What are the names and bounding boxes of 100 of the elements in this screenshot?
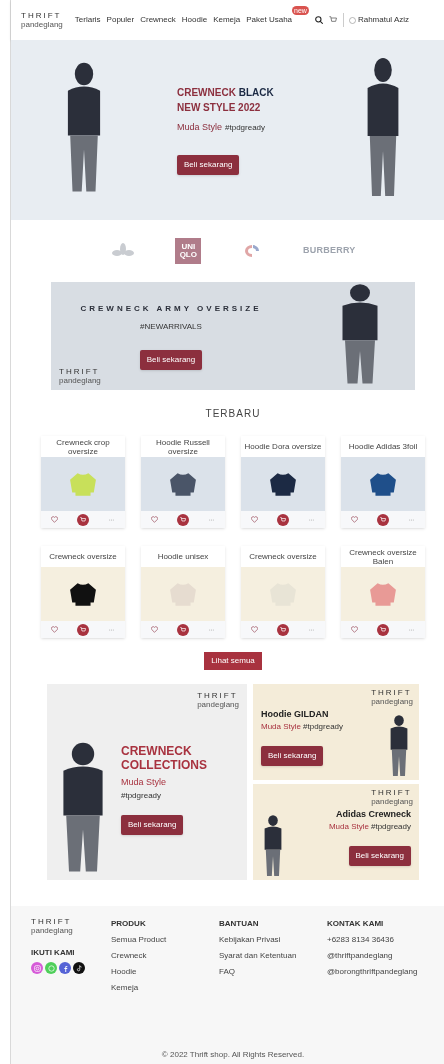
footer-link[interactable]: @thriftpandeglang [327, 950, 435, 962]
promo-card-tag: #tpdgready [370, 821, 411, 834]
social-icon[interactable] [73, 962, 85, 974]
logo-title: THRIFT [371, 789, 413, 797]
buy-now-button[interactable]: Beli sekarang [348, 846, 411, 867]
promo-card-title: Adidas Crewneck [335, 807, 411, 821]
promo-title: CREWNECK ARMY OVERSIZE [80, 302, 262, 315]
heart-icon[interactable] [350, 516, 358, 523]
product-card[interactable]: Hoodie Dora oversize [241, 436, 325, 528]
product-card[interactable]: Crewneck oversize [41, 546, 125, 638]
promo-card-subtitle: Muda Style [328, 821, 369, 834]
heart-icon[interactable] [150, 626, 158, 633]
cart-icon [280, 626, 286, 633]
heart-icon[interactable] [250, 516, 258, 523]
footer-link[interactable]: Semua Product [111, 934, 219, 946]
buy-now-button[interactable]: Beli sekarang [177, 155, 240, 176]
footer-link[interactable]: FAQ [219, 966, 327, 978]
hero-tag: #tpdgready [225, 121, 266, 134]
add-to-cart-button[interactable] [177, 513, 189, 526]
buy-now-button[interactable]: Beli sekarang [139, 349, 203, 370]
nav-link[interactable]: Populer [106, 14, 135, 26]
logo-subtitle: pandeglang [371, 698, 413, 706]
logo-subtitle: pandeglang [31, 927, 74, 935]
footer-link[interactable]: Kebijakan Privasi [219, 934, 327, 946]
footer-link[interactable]: +6283 8134 36436 [327, 934, 435, 946]
logo-title: THRIFT [21, 11, 63, 20]
footer-heading: PRODUK [111, 918, 147, 930]
collection-tag: #tpdgready [121, 789, 237, 802]
hero-title: CREWNECK BLACK NEW STYLE 2022 [177, 85, 275, 115]
product-name: Crewneck oversize Balen [348, 546, 418, 567]
footer-link[interactable]: @borongthriftpandeglang [327, 966, 435, 978]
product-card[interactable]: Hoodie unisex [141, 546, 225, 638]
product-card[interactable]: Crewneck crop oversize [41, 436, 125, 528]
product-card[interactable]: Crewneck oversize [241, 546, 325, 638]
see-all-button[interactable]: Lihat semua [204, 652, 262, 670]
logo-title: THRIFT [371, 689, 413, 697]
logo-subtitle: pandeglang [197, 701, 239, 709]
footer-link[interactable]: Crewneck [111, 950, 219, 962]
product-name: Crewneck oversize [248, 551, 318, 563]
add-to-cart-button[interactable] [277, 623, 289, 636]
cart-icon[interactable] [328, 16, 337, 24]
logo-subtitle: pandeglang [59, 377, 101, 385]
product-card[interactable]: Hoodie Adidas 3foil [341, 436, 425, 528]
logo-subtitle: pandeglang [21, 20, 63, 29]
nav-link[interactable]: Kemeja [213, 14, 241, 26]
heart-icon[interactable] [150, 516, 158, 523]
footer-link[interactable]: Syarat dan Ketentuan [219, 950, 327, 962]
cart-icon [380, 516, 386, 523]
promo-tag: #NEWARRIVALS [140, 320, 202, 333]
add-to-cart-button[interactable] [277, 513, 289, 526]
buy-now-button[interactable]: Beli sekarang [261, 746, 324, 767]
nav-link[interactable]: Hoodie [181, 14, 208, 26]
add-to-cart-button[interactable] [377, 623, 389, 636]
follow-label: IKUTI KAMI [31, 947, 76, 959]
cart-icon [180, 516, 186, 523]
cart-icon [80, 626, 86, 633]
add-to-cart-button[interactable] [377, 513, 389, 526]
hero-subtitle: Muda Style [177, 120, 223, 134]
cart-icon [380, 626, 386, 633]
product-name: Crewneck oversize [48, 551, 118, 563]
add-to-cart-button[interactable] [77, 623, 89, 636]
cart-icon [280, 516, 286, 523]
footer-link[interactable]: Kemeja [111, 982, 219, 994]
product-name: Hoodie Russell oversize [155, 436, 211, 457]
collection-title: CREWNECK COLLECTIONS [121, 744, 208, 772]
promo-card-title: Hoodie GILDAN [261, 707, 330, 721]
logo-title: THRIFT [59, 368, 101, 376]
brand-logo: UNI QLO [175, 238, 202, 264]
product-name: Hoodie Adidas 3foil [347, 441, 419, 453]
brand-wordmark: BURBERRY [303, 244, 356, 258]
nav-link[interactable]: Crewneck [140, 14, 176, 26]
user-icon[interactable] [348, 16, 356, 24]
logo-title: THRIFT [197, 692, 239, 700]
add-to-cart-button[interactable] [77, 513, 89, 526]
search-icon[interactable] [314, 16, 323, 24]
promo-card-subtitle: Muda Style [261, 721, 302, 734]
account-name[interactable]: Rahmatul Aziz [357, 14, 410, 26]
copyright: © 2022 Thrift shop. All Rights Reserved. [161, 1049, 305, 1061]
buy-now-button[interactable]: Beli sekarang [121, 814, 184, 835]
promo-card-tag: #tpdgready [303, 721, 344, 734]
add-to-cart-button[interactable] [177, 623, 189, 636]
cart-icon [80, 516, 86, 523]
cart-icon [180, 626, 186, 633]
collection-subtitle: Muda Style [121, 776, 168, 789]
heart-icon[interactable] [50, 626, 58, 633]
section-title: TERBARU [205, 406, 261, 421]
product-card[interactable]: Hoodie Russell oversize [141, 436, 225, 528]
logo-title: THRIFT [31, 918, 73, 926]
nav-link[interactable]: Terlaris [74, 14, 101, 26]
footer-heading: KONTAK KAMI [327, 918, 385, 930]
product-name: Hoodie Dora oversize [243, 441, 323, 453]
product-name: Hoodie unisex [156, 551, 210, 563]
nav-link[interactable]: Paket Usaha [246, 14, 293, 26]
footer-heading: BANTUAN [219, 918, 260, 930]
heart-icon[interactable] [250, 626, 258, 633]
footer-link[interactable]: Hoodie [111, 966, 219, 978]
heart-icon[interactable] [50, 516, 58, 523]
product-name: Crewneck crop oversize [55, 436, 111, 457]
heart-icon[interactable] [350, 626, 358, 633]
product-card[interactable]: Crewneck oversize Balen [341, 546, 425, 638]
